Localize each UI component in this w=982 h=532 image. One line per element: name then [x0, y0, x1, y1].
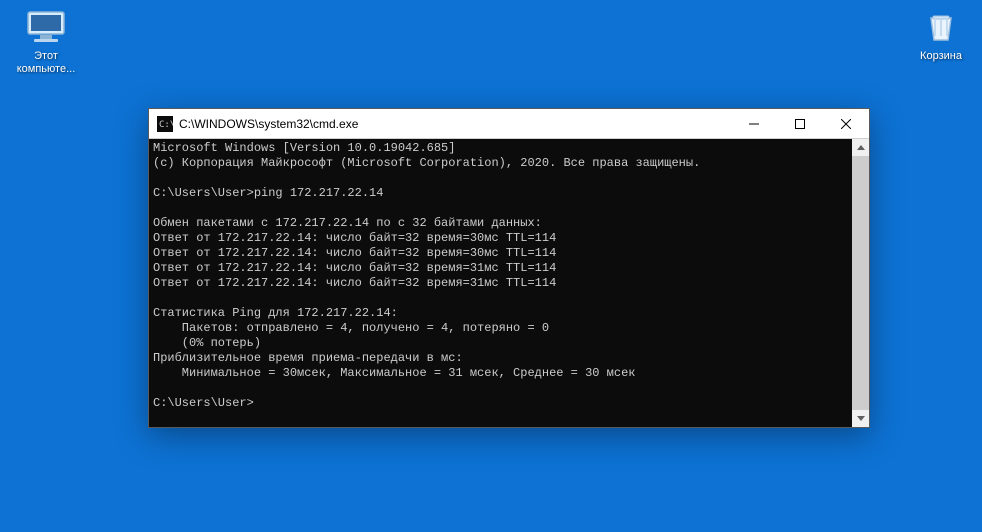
titlebar[interactable]: C:\ C:\WINDOWS\system32\cmd.exe	[149, 109, 869, 139]
svg-text:C:\: C:\	[159, 120, 173, 130]
maximize-button[interactable]	[777, 109, 823, 138]
chevron-down-icon	[857, 416, 865, 421]
recycle-bin-icon	[919, 10, 963, 46]
maximize-icon	[795, 119, 805, 129]
close-button[interactable]	[823, 109, 869, 138]
scroll-up-button[interactable]	[852, 139, 869, 156]
desktop-icon-recycle-bin[interactable]: Корзина	[903, 10, 979, 63]
scroll-down-button[interactable]	[852, 410, 869, 427]
monitor-icon	[24, 10, 68, 46]
vertical-scrollbar[interactable]	[852, 139, 869, 427]
desktop-icon-this-pc[interactable]: Этот компьюте...	[8, 10, 84, 76]
scroll-track[interactable]	[852, 156, 869, 410]
cmd-icon: C:\	[157, 116, 173, 132]
cmd-window: C:\ C:\WINDOWS\system32\cmd.exe Microsof…	[148, 108, 870, 428]
desktop-icon-recycle-bin-label: Корзина	[903, 50, 979, 63]
minimize-icon	[749, 119, 759, 129]
desktop-icon-this-pc-label: Этот компьюте...	[8, 50, 84, 76]
scroll-thumb[interactable]	[852, 156, 869, 410]
window-title: C:\WINDOWS\system32\cmd.exe	[179, 117, 731, 131]
chevron-up-icon	[857, 145, 865, 150]
terminal-output[interactable]: Microsoft Windows [Version 10.0.19042.68…	[149, 139, 852, 427]
minimize-button[interactable]	[731, 109, 777, 138]
close-icon	[841, 119, 851, 129]
window-controls	[731, 109, 869, 138]
